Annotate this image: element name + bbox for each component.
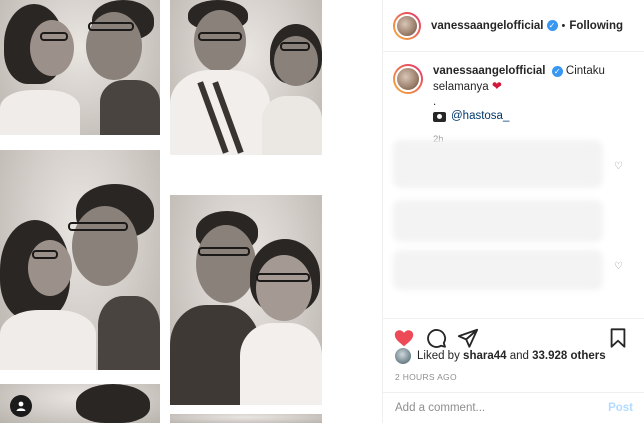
caption-avatar[interactable] — [393, 64, 423, 94]
verified-badge-icon: ✓ — [546, 20, 558, 31]
following-button[interactable]: Following — [569, 20, 623, 32]
photo-frame-bottom-right — [170, 414, 322, 423]
post-button[interactable]: Post — [608, 402, 633, 414]
post-header: vanessaangelofficial ✓ • Following — [383, 0, 644, 52]
likes-joiner: and — [509, 350, 529, 362]
liker-avatar — [395, 348, 411, 364]
bookmark-icon[interactable] — [607, 327, 629, 349]
heart-emoji: ❤ — [491, 79, 502, 93]
comment-blurred — [393, 200, 603, 242]
comment-like-icon[interactable]: ♡ — [614, 262, 624, 272]
share-icon[interactable] — [457, 327, 479, 349]
likes-prefix: Liked by — [417, 350, 460, 362]
caption-username[interactable]: vanessaangelofficial — [433, 65, 546, 77]
photo-frame-kiss-middle — [0, 150, 160, 370]
comment-input[interactable] — [395, 402, 609, 414]
camera-icon — [433, 111, 446, 122]
credit-handle-link[interactable]: @hastosa_ — [451, 109, 509, 124]
caption-verified-icon: ✓ — [551, 66, 563, 77]
photo-frame-laugh — [170, 0, 322, 155]
comment-blurred — [393, 140, 603, 188]
add-comment-bar: Post — [383, 392, 644, 423]
liker-username[interactable]: shara44 — [463, 350, 506, 362]
likes-summary[interactable]: Liked by shara44 and 33.928 others — [395, 348, 606, 364]
comment-blurred — [393, 250, 603, 290]
post-date[interactable]: 2 HOURS AGO — [395, 372, 457, 382]
likes-others-count[interactable]: 33.928 others — [532, 350, 606, 362]
caption-dot: . — [433, 96, 437, 108]
photo-frame-smile — [170, 195, 322, 405]
post-photo[interactable] — [0, 0, 382, 423]
caption: vanessaangelofficial ✓ Cintaku selamanya… — [393, 64, 637, 147]
user-tag-icon[interactable] — [10, 395, 32, 417]
heart-filled-icon[interactable] — [393, 327, 415, 349]
avatar[interactable] — [393, 11, 421, 40]
photo-frame-kiss-top — [0, 0, 160, 135]
comment-like-icon[interactable]: ♡ — [614, 162, 624, 172]
comment-icon[interactable] — [425, 327, 447, 349]
post-sidebar: vanessaangelofficial ✓ • Following vanes… — [382, 0, 644, 423]
header-username[interactable]: vanessaangelofficial — [431, 20, 544, 32]
header-separator: • — [561, 19, 566, 32]
